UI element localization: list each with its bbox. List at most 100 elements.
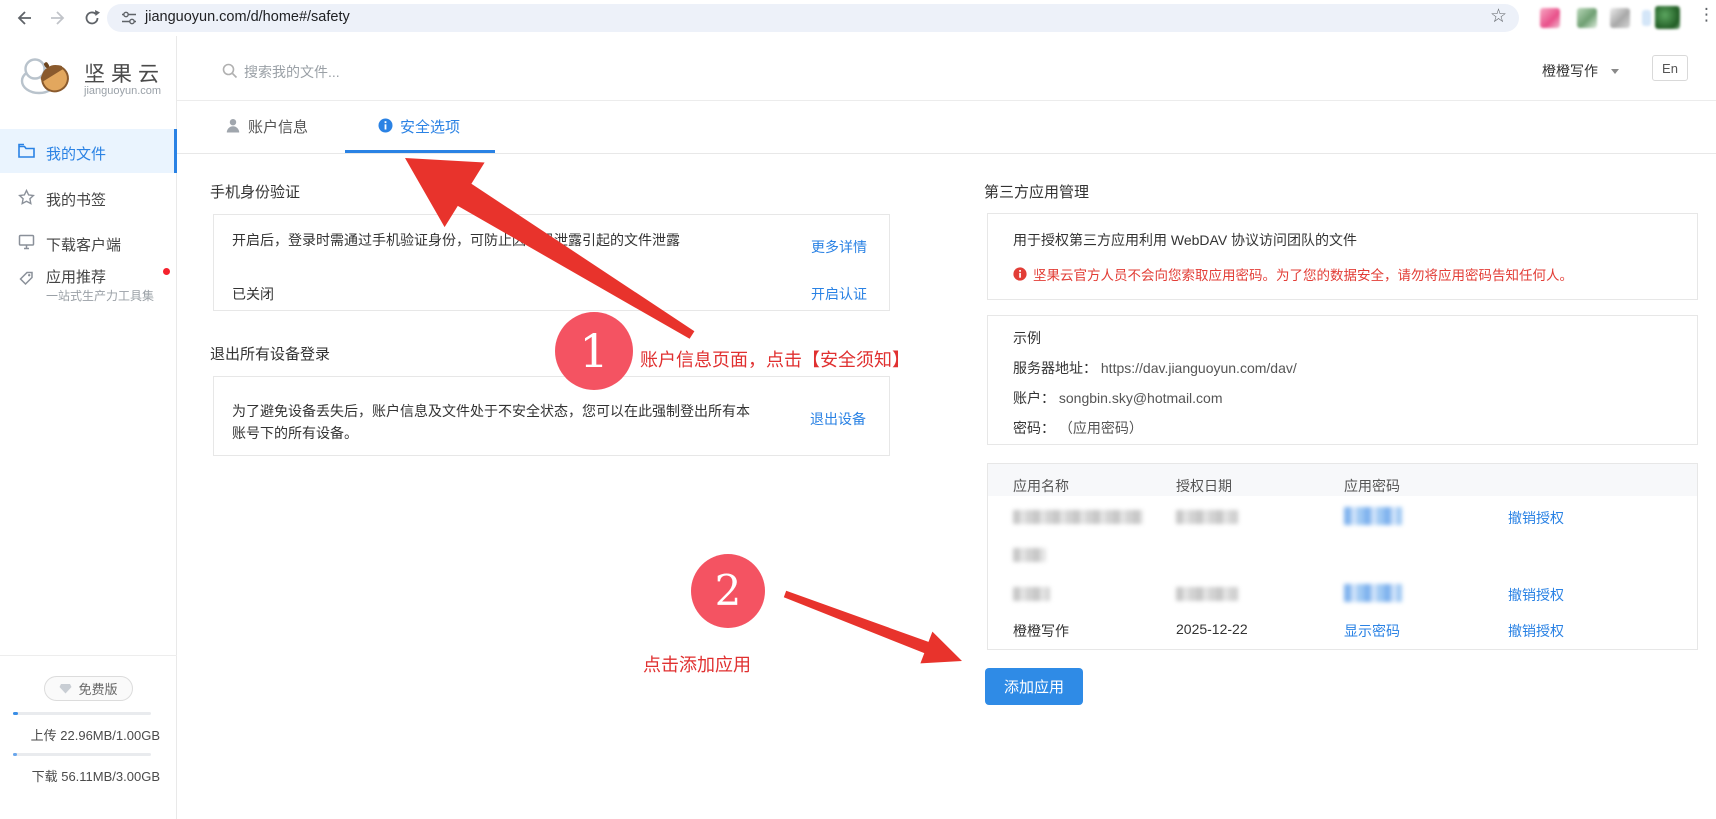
info-circle-icon	[378, 118, 393, 138]
step1-annotation-text: 账户信息页面，点击【安全须知】	[640, 350, 910, 370]
back-icon[interactable]	[12, 6, 36, 30]
person-icon	[225, 118, 241, 138]
page-header: 搜索我的文件... 橙橙写作 En	[177, 36, 1716, 101]
sidebar-item-label: 下载客户端	[46, 237, 122, 254]
enable-verification-link[interactable]: 开启认证	[811, 284, 867, 304]
password-label: 密码：	[1013, 420, 1055, 436]
authorized-apps-table: 应用名称 授权日期 应用密码 撤销授权 撤销授权 橙橙写作 2025-12-22…	[987, 463, 1698, 650]
logout-card: 为了避免设备丢失后，账户信息及文件处于不安全状态，您可以在此强制登出所有本 账号…	[213, 376, 890, 456]
folder-icon	[18, 143, 35, 163]
logout-devices-link[interactable]: 退出设备	[810, 409, 866, 429]
tab-security-options[interactable]: 安全选项	[400, 116, 460, 137]
warning-icon	[1013, 267, 1027, 281]
redacted-app-name	[1013, 587, 1050, 601]
webdav-desc: 用于授权第三方应用利用 WebDAV 协议访问团队的文件	[1013, 232, 1358, 248]
plan-badge-label: 免费版	[78, 682, 118, 697]
screen: jianguoyun.com/d/home#/safety ☆ ⋮ 坚果云 ji…	[0, 0, 1716, 819]
password-value: （应用密码）	[1058, 420, 1143, 436]
redacted-password-link	[1344, 507, 1402, 525]
server-label: 服务器地址：	[1013, 360, 1097, 376]
bookmark-star-icon[interactable]: ☆	[1490, 5, 1507, 28]
step1-number: 1	[579, 324, 608, 378]
add-app-button[interactable]: 添加应用	[985, 668, 1083, 705]
diamond-icon	[59, 684, 72, 694]
step2-circle	[691, 554, 765, 628]
monitor-icon	[18, 234, 35, 255]
app-name-cell: 橙橙写作	[1013, 623, 1069, 639]
third-party-section-title: 第三方应用管理	[984, 184, 1090, 201]
redacted-password-link	[1344, 584, 1402, 602]
redacted-app-name	[1013, 510, 1143, 524]
col-header-app-name: 应用名称	[1013, 478, 1069, 494]
revoke-authorization-link[interactable]: 撤销授权	[1508, 508, 1564, 528]
sidebar-divider	[0, 655, 177, 656]
user-menu[interactable]: 橙橙写作	[1542, 61, 1598, 81]
example-account-row: 账户： songbin.sky@hotmail.com	[1013, 388, 1223, 408]
sidebar-item-bookmarks[interactable]: 我的书签	[0, 175, 177, 219]
example-title: 示例	[1013, 330, 1041, 346]
tag-icon	[18, 270, 35, 292]
extension-icon-1[interactable]	[1540, 8, 1560, 28]
table-header-row	[988, 464, 1697, 496]
phone-verify-section-title: 手机身份验证	[210, 184, 301, 201]
redacted-app-name-line2	[1013, 548, 1046, 562]
step2-number: 2	[715, 566, 742, 615]
download-progress-bar	[13, 753, 151, 756]
server-value: https://dav.jianguoyun.com/dav/	[1100, 360, 1297, 376]
step2-arrow	[783, 590, 962, 664]
logo-domain: jianguoyun.com	[84, 85, 162, 97]
revoke-authorization-link[interactable]: 撤销授权	[1508, 621, 1564, 641]
redacted-auth-date	[1176, 510, 1238, 524]
sidebar-item-label: 我的书签	[46, 192, 107, 209]
nutstore-logo-icon	[18, 52, 80, 103]
sidebar-item-label: 应用推荐	[46, 269, 107, 286]
security-warning-text: 坚果云官方人员不会向您索取应用密码。为了您的数据安全，请勿将应用密码告知任何人。	[1033, 268, 1573, 283]
phone-verify-card: 开启后，登录时需通过手机验证身份，可防止因密码泄露引起的文件泄露 更多详情 已关…	[213, 214, 890, 311]
col-header-auth-date: 授权日期	[1176, 478, 1232, 494]
star-icon	[18, 188, 35, 210]
step2-annotation-text: 点击添加应用	[643, 655, 751, 675]
search-input[interactable]: 搜索我的文件...	[244, 62, 340, 82]
logout-desc-line2: 账号下的所有设备。	[232, 425, 358, 441]
download-quota-text: 下载 56.11MB/3.00GB	[31, 769, 160, 784]
account-label: 账户：	[1013, 390, 1055, 406]
sidebar: 坚果云 jianguoyun.com 我的文件 我的书签 下载客户端 应用推荐	[0, 36, 177, 819]
browser-menu-icon[interactable]: ⋮	[1698, 5, 1715, 25]
chevron-down-icon[interactable]	[1611, 69, 1619, 74]
extension-icon-5[interactable]	[1655, 6, 1680, 29]
revoke-authorization-link[interactable]: 撤销授权	[1508, 585, 1564, 605]
extension-icon-3[interactable]	[1610, 8, 1630, 28]
sidebar-item-sublabel: 一站式生产力工具集	[46, 289, 155, 303]
tab-account-info[interactable]: 账户信息	[248, 116, 308, 137]
browser-chrome: jianguoyun.com/d/home#/safety ☆ ⋮	[0, 0, 1716, 37]
url-text[interactable]: jianguoyun.com/d/home#/safety	[145, 9, 350, 25]
phone-verify-desc: 开启后，登录时需通过手机验证身份，可防止因密码泄露引起的文件泄露	[232, 232, 680, 248]
example-server-row: 服务器地址： https://dav.jianguoyun.com/dav/	[1013, 358, 1297, 378]
tune-icon[interactable]	[121, 10, 137, 31]
sidebar-item-app-recommend[interactable]: 应用推荐 一站式生产力工具集	[0, 254, 177, 314]
redacted-auth-date	[1176, 587, 1238, 601]
upload-progress-bar	[13, 712, 151, 715]
auth-date-cell: 2025-12-22	[1176, 621, 1248, 637]
phone-verify-status: 已关闭	[232, 286, 274, 302]
extension-icon-4[interactable]	[1642, 10, 1651, 26]
search-icon	[222, 63, 238, 84]
reload-icon[interactable]	[80, 6, 104, 30]
plan-badge[interactable]: 免费版	[44, 676, 133, 701]
sidebar-item-my-files[interactable]: 我的文件	[0, 129, 177, 173]
example-password-row: 密码： （应用密码）	[1013, 418, 1143, 438]
account-value: songbin.sky@hotmail.com	[1058, 390, 1223, 406]
logo-title: 坚果云	[84, 63, 165, 86]
extension-icon-2[interactable]	[1577, 8, 1597, 28]
webdav-info-card: 用于授权第三方应用利用 WebDAV 协议访问团队的文件 坚果云官方人员不会向您…	[987, 213, 1698, 300]
webdav-example-card: 示例 服务器地址： https://dav.jianguoyun.com/dav…	[987, 315, 1698, 445]
notification-dot	[163, 268, 170, 275]
show-password-link[interactable]: 显示密码	[1344, 621, 1400, 641]
language-toggle-button[interactable]: En	[1652, 55, 1688, 81]
forward-icon[interactable]	[46, 6, 70, 30]
upload-quota-text: 上传 22.96MB/1.00GB	[30, 728, 160, 743]
logout-desc-line1: 为了避免设备丢失后，账户信息及文件处于不安全状态，您可以在此强制登出所有本	[232, 403, 750, 419]
logout-section-title: 退出所有设备登录	[210, 346, 331, 363]
col-header-app-password: 应用密码	[1344, 478, 1400, 494]
more-details-link[interactable]: 更多详情	[811, 237, 867, 257]
